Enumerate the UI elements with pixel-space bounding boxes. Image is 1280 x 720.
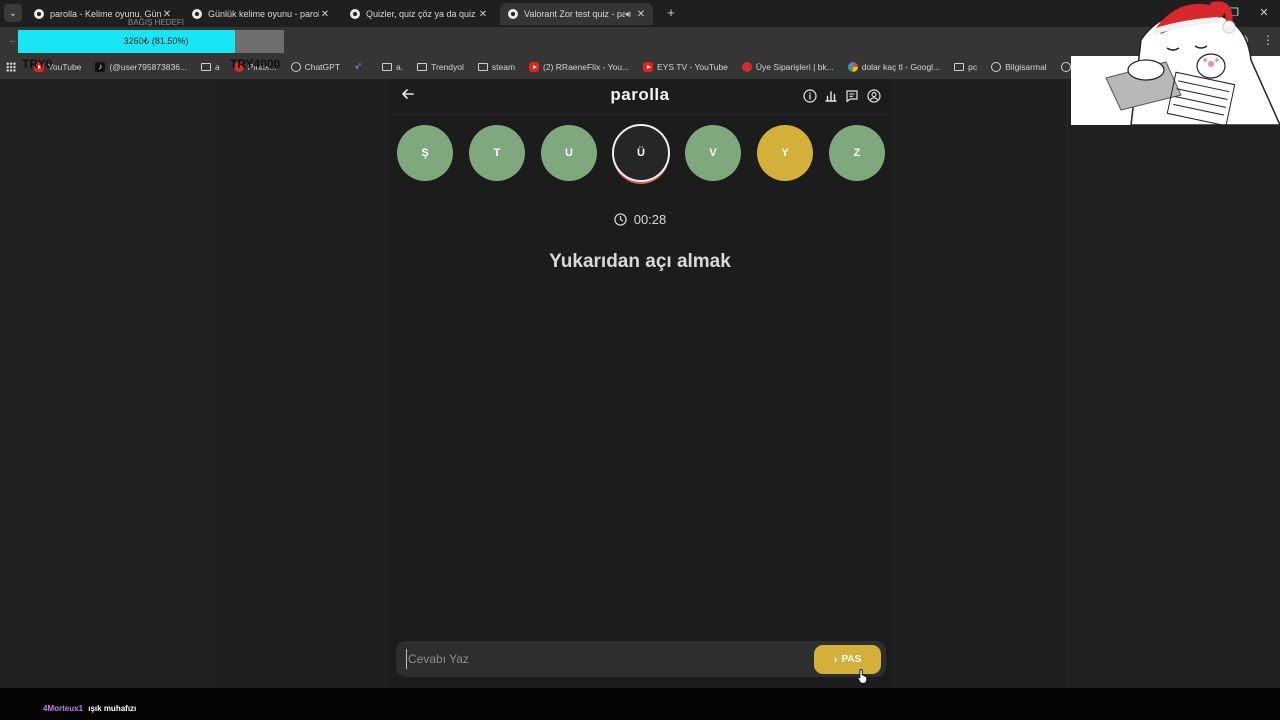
chatgpt-icon [290,62,301,72]
speaker-icon[interactable]: 🔊︎ [625,9,631,20]
browser-tab-active[interactable]: Valorant Zor test quiz - paro 🔊︎ ✕ [500,3,653,25]
bookmark-item[interactable]: steam [477,57,516,77]
bookmark-label: (@user795873836... [109,62,188,72]
letter-circle-correct: Z [829,125,885,181]
bookmark-item[interactable]: Bilgisarmal [991,57,1047,77]
letter-wheel: ŞTUÜVYZ [387,123,893,183]
bookmark-item[interactable]: Üye Siparişleri | bk... [741,57,834,77]
bookmark-label: a [215,62,220,72]
folder-icon [477,63,488,71]
youtube-icon [529,62,540,72]
bookmark-label: pc [968,62,978,72]
google-icon [847,62,858,72]
browser-tab[interactable]: Günlük kelime oyunu - parolla ✕ [184,3,337,25]
donation-min-label: TRY0 [22,57,53,71]
globe-icon [1060,62,1071,72]
bookmark-item[interactable]: a. [382,57,403,77]
web-page: parolla ŞTUÜVYZ 00:28 Yukarıdan açı alma… [0,79,1280,688]
left-margin [0,79,212,688]
answer-input[interactable] [406,649,806,669]
bookmark-item[interactable]: EYS TV - YouTube [643,57,728,77]
parolla-favicon-icon [350,9,360,19]
bookmark-label: (2) RRaeneFlix - You... [543,62,630,72]
bookmark-item[interactable]: pc [954,57,977,77]
tiktok-icon: ♪ [95,62,106,72]
globe-icon [991,62,1002,72]
bookmark-label: Üye Siparişleri | bk... [755,62,834,72]
close-tab-icon[interactable]: ✕ [477,9,489,20]
chat-text: ışık muhafızı [88,704,137,713]
folder-icon [382,63,393,71]
bookmark-label: steam [491,62,516,72]
timer-value: 00:28 [633,212,667,227]
bookmark-label: a. [396,62,404,72]
bookmark-item[interactable]: dolar kaç tl - Googl... [847,57,941,77]
apps-grid-icon [6,62,16,72]
folder-icon [954,63,965,71]
shop-icon [741,62,752,72]
clock-icon [614,213,627,226]
info-icon[interactable] [803,89,819,105]
bookmark-item[interactable]: ChatGPT [290,57,341,77]
parolla-favicon-icon [192,9,202,19]
donation-max-label: TRY4000 [230,57,281,71]
rocket-icon: ➶ [354,61,363,72]
game-panel: parolla ŞTUÜVYZ 00:28 Yukarıdan açı alma… [386,79,894,688]
bookmark-label: Trendyol [431,62,464,72]
feedback-icon[interactable] [845,89,861,105]
bookmark-label: ChatGPT [304,62,341,72]
letter-circle-correct: Ş [397,125,453,181]
pass-button-label: PAS [841,654,862,665]
game-header: parolla [387,79,893,115]
folder-icon [417,63,428,71]
close-tab-icon[interactable]: ✕ [635,9,647,20]
chat-username: 4Morteux1 [43,704,84,713]
tab-title: Valorant Zor test quiz - paro [524,9,626,19]
bookmark-item[interactable]: ♪ (@user795873836... [95,57,187,77]
pass-button[interactable]: › PAS [814,645,881,674]
tab-title: Quizler, quiz çöz ya da quiz olu [366,9,477,19]
donation-goal-label: BAĞIŞ HEDEFİ [128,18,185,27]
stream-chat-bar [0,688,1280,720]
bookmark-item[interactable]: a [201,57,220,77]
bookmark-item[interactable]: ➶ [354,57,368,77]
folder-icon [201,63,212,71]
donation-progress-text: 3260₺ (81.50%) [123,36,189,46]
bookmark-label: YouTube [48,62,82,72]
letter-circle-correct: V [685,125,741,181]
letter-circle-correct: T [469,125,525,181]
letter-circle-current: Ü [612,124,670,182]
new-tab-icon[interactable]: + [664,5,678,21]
youtube-icon [643,62,654,72]
account-icon[interactable] [867,89,883,105]
bookmark-label: EYS TV - YouTube [657,62,728,72]
browser-tab[interactable]: Quizler, quiz çöz ya da quiz olu ✕ [342,3,495,25]
bookmark-item[interactable] [6,57,20,77]
parolla-favicon-icon [34,9,44,19]
letter-circle-correct: U [541,125,597,181]
answer-bar: › PAS [396,641,886,677]
right-margin [1067,79,1280,688]
stats-icon[interactable] [824,89,840,105]
tab-search-chevron-icon[interactable]: ⌄ [4,4,22,22]
bookmark-label: Bilgisarmal [1005,62,1047,72]
cat-sticker-image [1071,1,1280,125]
question-text: Yukarıdan açı almak [549,251,731,272]
countdown-timer: 00:28 [387,212,893,227]
mouse-cursor-icon [857,669,868,684]
chevron-right-icon: › [833,653,838,666]
tab-title: Günlük kelime oyunu - parolla [208,9,319,19]
bookmark-label: dolar kaç tl - Googl... [861,62,941,72]
letter-circle-passed: Y [757,125,813,181]
parolla-favicon-icon [508,9,518,19]
chat-message: 4Morteux1 ışık muhafızı [43,704,136,713]
close-tab-icon[interactable]: ✕ [319,9,331,20]
bookmark-item[interactable]: (2) RRaeneFlix - You... [529,57,629,77]
donation-progress-bar: 3260₺ (81.50%) [18,30,284,53]
bookmark-item[interactable]: Trendyol [417,57,464,77]
